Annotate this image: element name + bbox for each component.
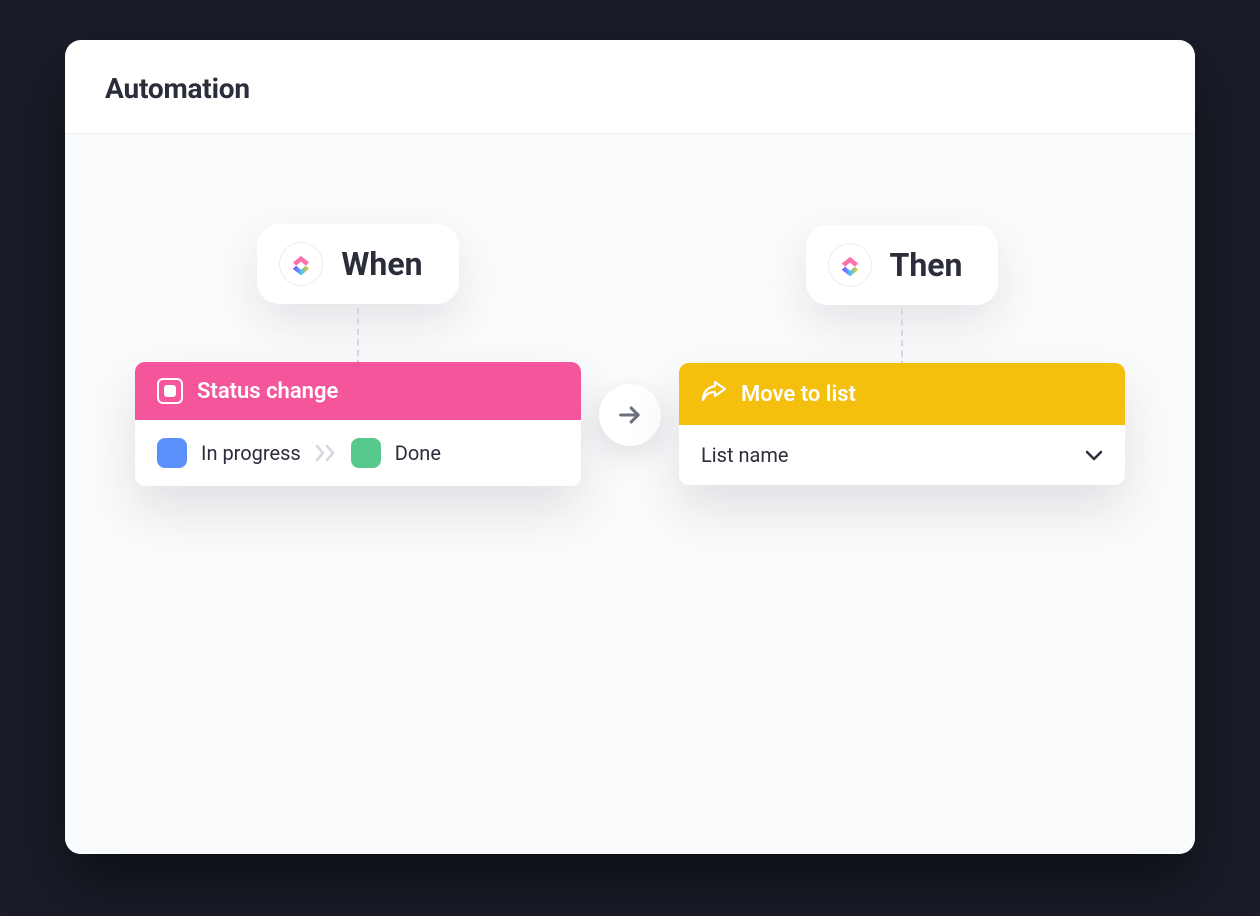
clickup-logo-icon — [279, 242, 323, 286]
list-select[interactable]: List name — [701, 443, 1103, 467]
then-card-header: Move to list — [679, 363, 1125, 425]
then-card-title: Move to list — [741, 382, 856, 407]
page-title: Automation — [105, 72, 1155, 105]
when-label: When — [341, 245, 422, 283]
status-swatch-to — [351, 438, 381, 468]
automation-canvas: When Status change In progress — [65, 134, 1195, 854]
then-label: Then — [890, 246, 963, 284]
when-card-title: Status change — [197, 379, 338, 404]
when-card-header: Status change — [135, 362, 581, 420]
then-pill[interactable]: Then — [806, 225, 999, 305]
status-to-label: Done — [395, 441, 441, 465]
flow-row: When Status change In progress — [105, 224, 1155, 486]
chevron-right-double-icon — [315, 444, 337, 462]
then-card[interactable]: Move to list List name — [679, 363, 1125, 485]
when-column: When Status change In progress — [135, 224, 581, 486]
status-swatch-from — [157, 438, 187, 468]
share-arrow-icon — [701, 379, 727, 409]
then-card-body[interactable]: List name — [679, 425, 1125, 485]
window-header: Automation — [65, 40, 1195, 134]
automation-window: Automation — [65, 40, 1195, 854]
then-column: Then Move to list List name — [679, 225, 1125, 485]
connector-line — [901, 309, 903, 367]
status-change-icon — [157, 378, 183, 404]
connector-line — [357, 308, 359, 366]
flow-arrow — [599, 384, 661, 446]
status-from-label: In progress — [201, 441, 301, 465]
chevron-down-icon — [1085, 443, 1103, 467]
when-card-body[interactable]: In progress Done — [135, 420, 581, 486]
when-pill[interactable]: When — [257, 224, 458, 304]
when-card[interactable]: Status change In progress Done — [135, 362, 581, 486]
clickup-logo-icon — [828, 243, 872, 287]
list-select-placeholder: List name — [701, 443, 789, 467]
